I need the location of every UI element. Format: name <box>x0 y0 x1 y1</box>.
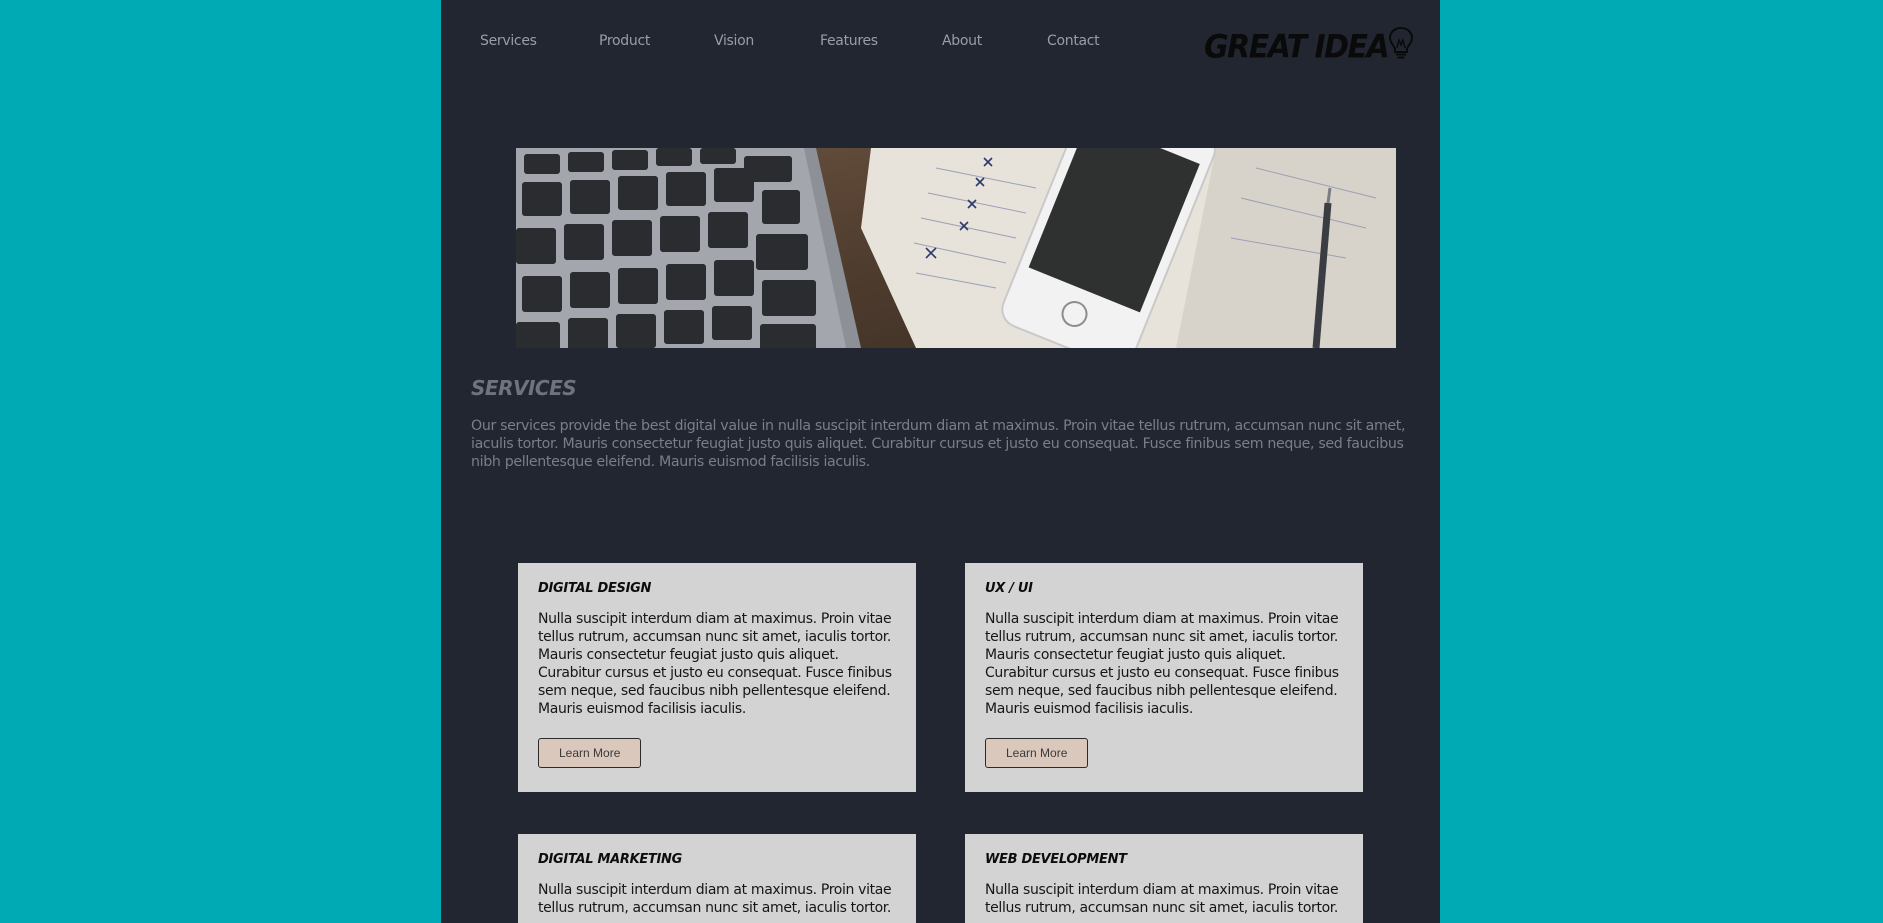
logo-text: GREAT IDEA <box>1204 28 1390 66</box>
lightbulb-icon <box>1388 26 1414 65</box>
card-title: WEB DEVELOPMENT <box>985 852 1127 867</box>
nav-vision[interactable]: Vision <box>714 33 754 49</box>
card-web-development: WEB DEVELOPMENT Nulla suscipit interdum … <box>965 834 1363 923</box>
services-description: Our services provide the best digital va… <box>471 418 1406 470</box>
nav-contact[interactable]: Contact <box>1047 33 1100 49</box>
card-body: Nulla suscipit interdum diam at maximus.… <box>538 611 892 717</box>
card-digital-design: DIGITAL DESIGN Nulla suscipit interdum d… <box>518 563 916 792</box>
card-title: DIGITAL DESIGN <box>538 581 652 596</box>
services-title: SERVICES <box>471 376 577 400</box>
learn-more-button[interactable]: Learn More <box>985 738 1089 768</box>
hero-image <box>516 148 1396 348</box>
card-title: DIGITAL MARKETING <box>538 852 682 867</box>
card-body: Nulla suscipit interdum diam at maximus.… <box>985 611 1339 717</box>
nav-features[interactable]: Features <box>820 33 878 49</box>
card-body: Nulla suscipit interdum diam at maximus.… <box>985 882 1339 916</box>
card-body: Nulla suscipit interdum diam at maximus.… <box>538 882 892 916</box>
nav-services[interactable]: Services <box>480 33 537 49</box>
nav-about[interactable]: About <box>942 33 982 49</box>
card-digital-marketing: DIGITAL MARKETING Nulla suscipit interdu… <box>518 834 916 923</box>
card-title: UX / UI <box>985 581 1033 596</box>
logo[interactable]: GREAT IDEA <box>1204 26 1414 66</box>
learn-more-button[interactable]: Learn More <box>538 738 642 768</box>
nav-product[interactable]: Product <box>599 33 650 49</box>
card-ux-ui: UX / UI Nulla suscipit interdum diam at … <box>965 563 1363 792</box>
page-container: Services Product Vision Features About C… <box>441 0 1440 923</box>
